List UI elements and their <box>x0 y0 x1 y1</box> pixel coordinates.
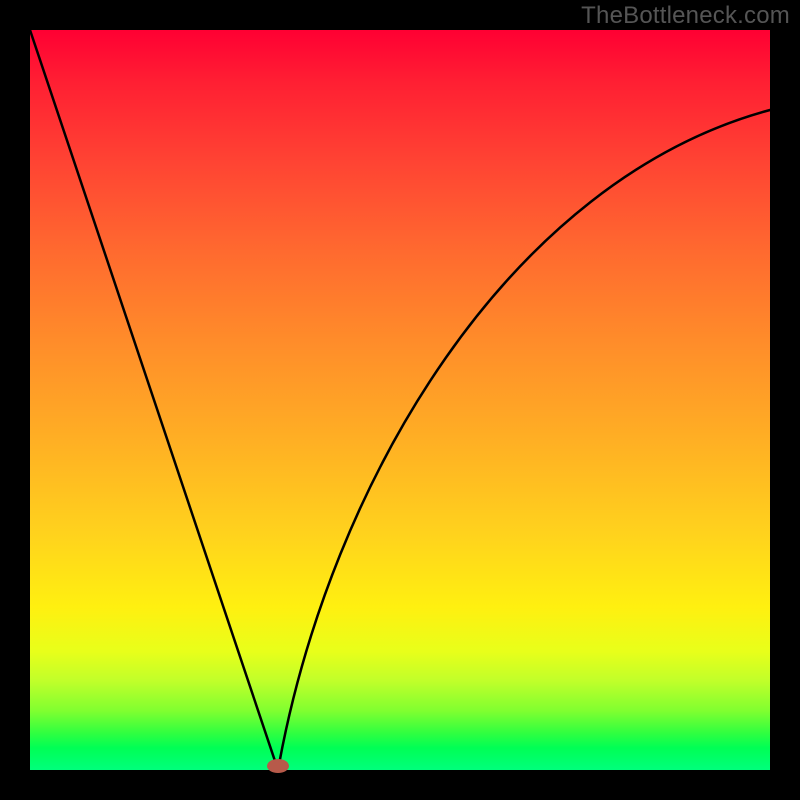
curve-svg <box>30 30 770 770</box>
plot-area <box>30 30 770 770</box>
min-marker <box>267 759 289 773</box>
bottleneck-curve-right <box>278 110 770 770</box>
chart-frame: TheBottleneck.com <box>0 0 800 800</box>
watermark-text: TheBottleneck.com <box>581 2 790 30</box>
bottleneck-curve-left <box>30 30 278 770</box>
